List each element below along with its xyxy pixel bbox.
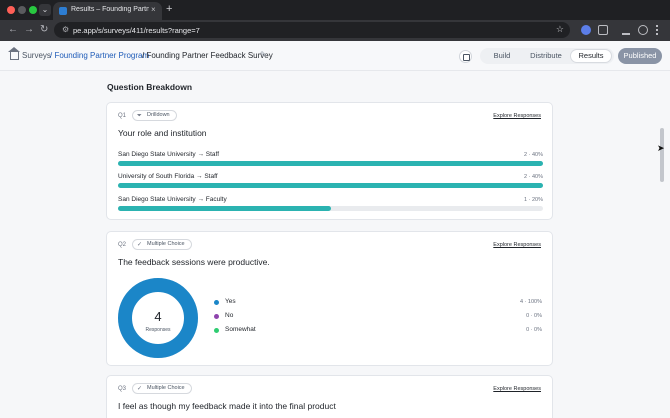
legend-dot [214,314,219,319]
browser-menu-icon[interactable] [656,25,659,35]
breadcrumb-program[interactable]: / Founding Partner Program [50,51,149,60]
question-type-label: Drilldown [147,112,170,118]
question-card-q2: Q2 ✓ Multiple Choice Explore Responses T… [106,231,553,366]
drilldown-label: San Diego State University → Staff [118,151,220,158]
breadcrumb-surveys[interactable]: Surveys [22,51,51,60]
drilldown-value: 2 · 40% [524,174,543,180]
reload-button[interactable]: ↻ [40,24,48,35]
legend-value: 4 · 100% [519,299,542,305]
results-content: Question Breakdown Q1 ⏷ Drilldown Explor… [0,71,670,418]
browser-toolbar: ← → ↻ ⚙ pe.app/s/surveys/411/results?ran… [0,20,670,41]
question-type-label: Multiple Choice [147,241,185,247]
question-type-badge: ✓ Multiple Choice [132,239,192,250]
funnel-icon: ⏷ [137,113,142,119]
question-number: Q3 [118,386,127,392]
forward-button[interactable]: → [24,24,34,35]
browser-tab[interactable]: Results – Founding Partner F × [53,2,162,20]
browser-tab-title: Results – Founding Partner F [71,6,149,13]
tab-close-icon[interactable]: × [151,5,156,14]
responses-donut-chart: 4 Responses [118,278,198,358]
explore-responses-link[interactable]: Explore Responses [493,113,541,119]
new-tab-button[interactable]: + [166,3,172,15]
section-title: Question Breakdown [107,82,193,92]
tab-results[interactable]: Results [571,50,611,62]
check-circle-icon: ✓ [137,242,143,248]
window-maximize-button[interactable] [29,6,37,14]
question-type-label: Multiple Choice [147,385,185,391]
question-title: I feel as though my feedback made it int… [118,401,336,411]
drilldown-bar-track [118,161,543,166]
drilldown-bar-track [118,183,543,188]
drilldown-label: San Diego State University → Faculty [118,196,227,203]
question-type-badge: ⏷ Drilldown [132,110,177,121]
url-text[interactable]: pe.app/s/surveys/411/results?range=7 [73,26,200,35]
window-minimize-button[interactable] [18,6,26,14]
drilldown-bar-fill [118,183,543,188]
check-circle-icon: ✓ [137,386,143,392]
page-scrollbar[interactable] [660,128,664,182]
tab-distribute[interactable]: Distribute [526,50,566,62]
drilldown-bar-fill [118,161,543,166]
donut-total: 4 [154,309,161,324]
drilldown-value: 2 · 40% [524,152,543,158]
home-icon[interactable] [8,47,20,60]
download-icon[interactable] [622,25,630,35]
published-button[interactable]: Published [618,48,662,64]
legend-dot [214,328,219,333]
question-title: Your role and institution [118,128,207,138]
bookmark-star-icon[interactable]: ☆ [556,24,564,35]
question-card-q1: Q1 ⏷ Drilldown Explore Responses Your ro… [106,102,553,220]
legend-dot [214,300,219,305]
favicon-icon [59,7,67,15]
drilldown-bar-track [118,206,543,211]
drilldown-value: 1 · 20% [524,197,543,203]
drilldown-bar-fill [118,206,331,211]
extensions-puzzle-icon[interactable] [598,25,608,35]
mode-tabs: Build Distribute Results [480,48,614,64]
drilldown-label: University of South Florida → Staff [118,173,218,180]
legend-label: Somewhat [225,326,256,333]
question-card-q3: Q3 ✓ Multiple Choice Explore Responses I… [106,375,553,418]
explore-responses-link[interactable]: Explore Responses [493,242,541,248]
breadcrumb-survey: / Founding Partner Feedback Survey [142,51,273,60]
browser-tab-bar: ⌄ Results – Founding Partner F × + [0,0,670,20]
mouse-cursor-icon: ➤ [657,143,665,153]
tab-build[interactable]: Build [488,50,516,62]
legend-value: 0 · 0% [526,327,542,333]
window-close-button[interactable] [7,6,15,14]
legend-value: 0 · 0% [526,313,542,319]
site-info-icon[interactable]: ⚙ [62,25,69,34]
question-type-badge: ✓ Multiple Choice [132,383,192,394]
back-button[interactable]: ← [8,24,18,35]
address-bar[interactable]: ⚙ pe.app/s/surveys/411/results?range=7 ☆ [54,22,570,38]
legend-label: No [225,312,234,319]
pencil-icon[interactable]: ✎ [260,50,267,59]
extension-icon[interactable] [581,25,591,35]
app-header: Surveys / Founding Partner Program / Fou… [0,41,670,71]
legend-label: Yes [225,298,236,305]
question-number: Q1 [118,113,127,119]
profile-icon[interactable] [638,25,648,35]
tab-search-chevron-icon[interactable]: ⌄ [39,4,51,16]
question-title: The feedback sessions were productive. [118,257,270,267]
calendar-icon[interactable] [459,50,472,63]
donut-total-label: Responses [145,327,171,333]
question-number: Q2 [118,242,127,248]
explore-responses-link[interactable]: Explore Responses [493,386,541,392]
